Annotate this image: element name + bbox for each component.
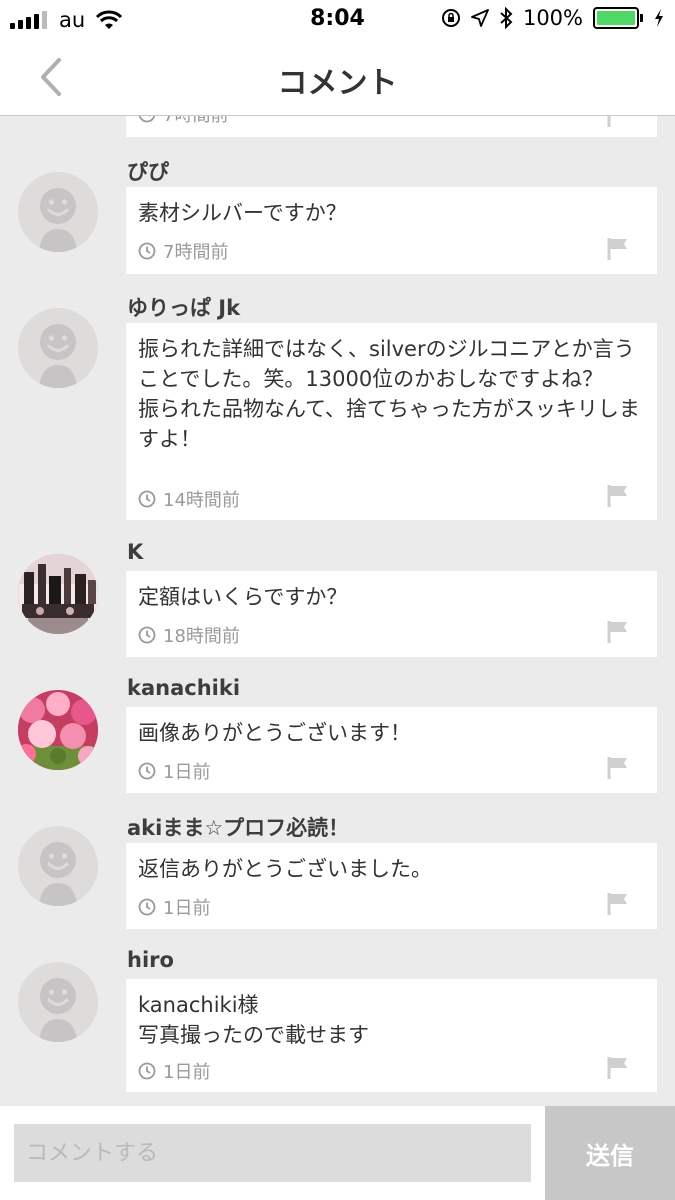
- comment-bubble: kanachiki様 写真撮ったので載せます 1日前: [126, 979, 657, 1092]
- battery-percent: 100%: [522, 6, 583, 30]
- avatar[interactable]: [18, 172, 98, 252]
- comment-meta: 1日前: [138, 894, 210, 920]
- comment-username[interactable]: ゆりっぱ Jk: [127, 292, 240, 322]
- comment-text: 返信ありがとうございました。: [138, 857, 432, 881]
- orientation-lock-icon: [441, 9, 460, 27]
- comment-meta: 7時間前: [138, 116, 228, 127]
- comment-text: 定額はいくらですか？: [138, 585, 348, 609]
- avatar[interactable]: [18, 826, 98, 906]
- comment-time: 7時間前: [163, 242, 229, 263]
- flag-icon[interactable]: [607, 1056, 629, 1080]
- flag-icon[interactable]: [607, 484, 629, 508]
- clock-icon: [138, 626, 156, 644]
- comment-input-bar: 送信: [0, 1106, 675, 1200]
- comment-username[interactable]: K: [127, 540, 143, 564]
- avatar[interactable]: [18, 690, 98, 770]
- flag-icon[interactable]: [607, 892, 629, 916]
- comment-meta: 1日前: [138, 758, 210, 784]
- comment-meta: 1日前: [138, 1058, 210, 1084]
- page-title: コメント: [277, 66, 398, 101]
- comment-item: ゆりっぱ Jk 振られた詳細ではなく、silverのジルコニアとか言うことでした…: [0, 288, 675, 526]
- bluetooth-icon: [500, 7, 513, 29]
- comment-meta: 7時間前: [138, 238, 228, 264]
- default-avatar-icon: [39, 324, 77, 388]
- comment-item-partial: 7時間前: [0, 116, 675, 137]
- comment-username[interactable]: hiro: [127, 948, 174, 972]
- comment-time: 1日前: [163, 898, 211, 919]
- comment-bubble: 振られた詳細ではなく、silverのジルコニアとか言うことでした。笑。13000…: [126, 323, 657, 520]
- comment-text: 振られた詳細ではなく、silverのジルコニアとか言うことでした。笑。13000…: [138, 337, 640, 451]
- comment-bubble: 画像ありがとうございます！ 1日前: [126, 707, 657, 793]
- flowers-photo: [18, 690, 98, 770]
- comment-time: 14時間前: [163, 490, 240, 511]
- clock-icon: [138, 762, 156, 780]
- comment-item: akiまま☆プロフ必読！ 返信ありがとうございました。 1日前: [0, 808, 675, 932]
- avatar[interactable]: [18, 962, 98, 1042]
- comment-list[interactable]: 7時間前 ぴぴ 素材シルバーですか？ 7時間前 ゆりっぱ Jk 振られた詳細では…: [0, 116, 675, 1106]
- default-avatar-icon: [39, 978, 77, 1042]
- comment-item: ぴぴ 素材シルバーですか？ 7時間前: [0, 152, 675, 277]
- comment-meta: 14時間前: [138, 486, 240, 512]
- comment-item: kanachiki 画像ありがとうございます！ 1日前: [0, 672, 675, 796]
- clock-icon: [138, 898, 156, 916]
- nav-bar: コメント: [0, 40, 675, 116]
- battery-icon: [593, 7, 643, 29]
- avatar[interactable]: [18, 308, 98, 388]
- flag-icon[interactable]: [607, 756, 629, 780]
- comment-bubble: 返信ありがとうございました。 1日前: [126, 843, 657, 929]
- flag-icon[interactable]: [607, 237, 629, 261]
- clock-icon: [138, 116, 156, 123]
- flag-icon[interactable]: [607, 116, 629, 128]
- send-button[interactable]: 送信: [545, 1106, 675, 1200]
- status-bar: au 8:04 100%: [0, 0, 675, 40]
- comment-time: 18時間前: [163, 626, 240, 647]
- location-icon: [471, 9, 489, 27]
- comment-bubble: 定額はいくらですか？ 18時間前: [126, 571, 657, 657]
- comment-item: hiro kanachiki様 写真撮ったので載せます 1日前: [0, 944, 675, 1094]
- charging-icon: [655, 9, 663, 27]
- comment-bubble: 7時間前: [126, 116, 657, 137]
- default-avatar-icon: [39, 842, 77, 906]
- comment-username[interactable]: ぴぴ: [127, 156, 169, 186]
- comment-time: 1日前: [163, 762, 211, 783]
- comment-text: kanachiki様 写真撮ったので載せます: [138, 993, 369, 1047]
- cosmetics-photo: [18, 554, 98, 634]
- comment-username[interactable]: akiまま☆プロフ必読！: [127, 812, 349, 842]
- comment-username[interactable]: kanachiki: [127, 676, 240, 700]
- avatar[interactable]: [18, 554, 98, 634]
- default-avatar-icon: [39, 188, 77, 252]
- clock-icon: [138, 242, 156, 260]
- comment-text: 画像ありがとうございます！: [138, 721, 411, 745]
- comment-time: 1日前: [163, 1062, 211, 1083]
- comment-meta: 18時間前: [138, 622, 240, 648]
- clock-icon: [138, 490, 156, 508]
- comment-input[interactable]: [14, 1124, 531, 1182]
- comment-text: 素材シルバーですか？: [138, 201, 347, 225]
- clock-icon: [138, 1062, 156, 1080]
- comment-time: 7時間前: [163, 116, 228, 127]
- comment-bubble: 素材シルバーですか？ 7時間前: [126, 187, 657, 274]
- comment-item: K 定額はいくらですか？ 18時間前: [0, 536, 675, 660]
- flag-icon[interactable]: [607, 620, 629, 644]
